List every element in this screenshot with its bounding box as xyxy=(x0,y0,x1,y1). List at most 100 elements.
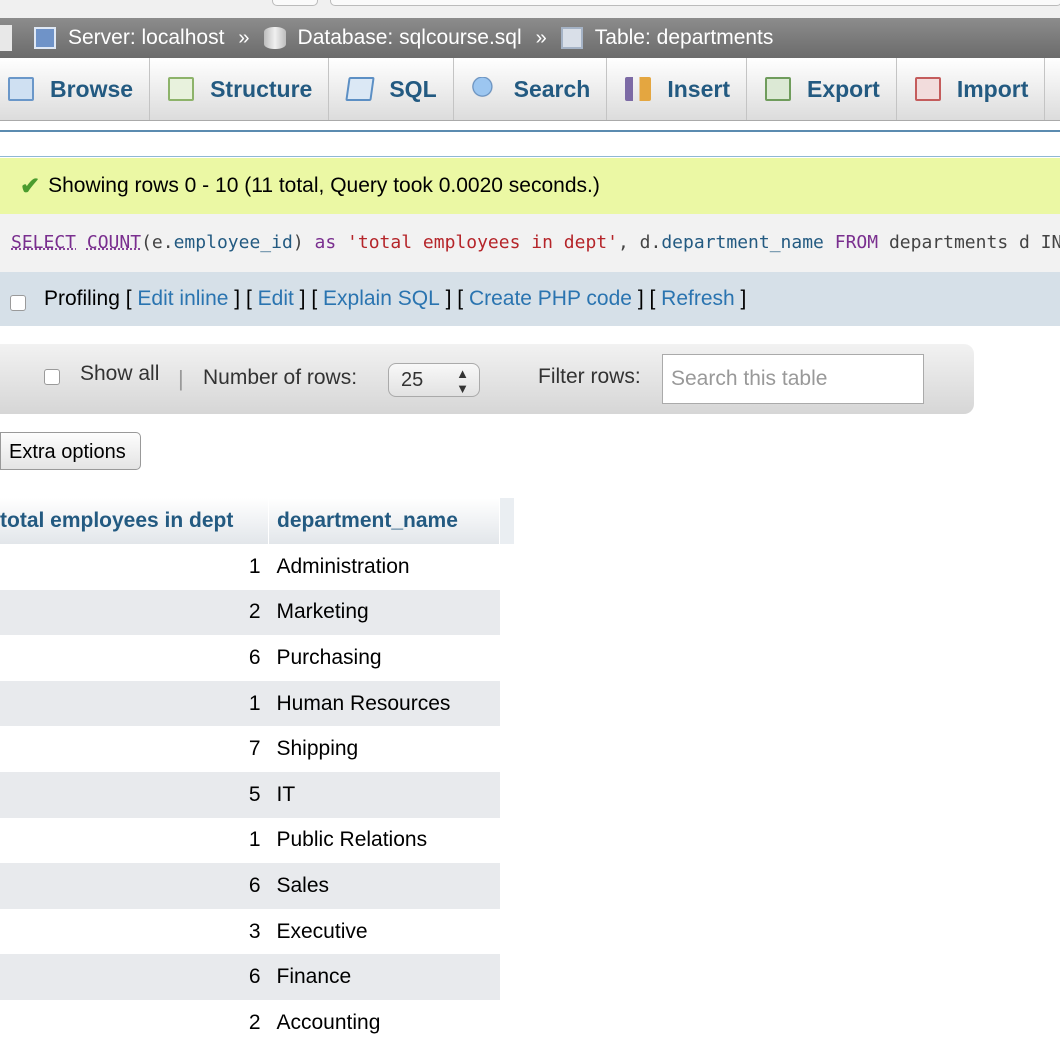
sql-column: employee_id xyxy=(173,232,293,253)
navigation-panel: Show all | Number of rows: 25 ▲ ▼ Filter … xyxy=(0,344,974,414)
sql-string: 'total employees in dept' xyxy=(347,232,618,253)
cell-count: 7 xyxy=(0,726,269,772)
cell-count: 2 xyxy=(0,999,269,1046)
show-all-checkbox[interactable] xyxy=(44,369,60,385)
table-row[interactable]: 5 IT xyxy=(0,771,515,818)
sql-comma: , xyxy=(617,232,629,253)
tab-search-label: Search xyxy=(513,75,591,102)
cell-department: Finance xyxy=(268,954,500,1000)
column-header-total-employees[interactable]: total employees in dept xyxy=(0,498,269,544)
tab-structure[interactable]: Structure xyxy=(150,58,330,120)
table-row[interactable]: 1 Human Resources xyxy=(0,680,515,727)
sql-query-display[interactable]: SELECT COUNT(e.employee_id) as 'total em… xyxy=(0,214,1060,272)
cell-count: 1 xyxy=(0,817,269,864)
cell-count: 3 xyxy=(0,908,269,955)
cell-department: Accounting xyxy=(268,999,500,1046)
sql-column: department_name xyxy=(661,232,824,253)
breadcrumb-table-label[interactable]: Table: departments xyxy=(595,26,774,50)
column-header-filler xyxy=(499,498,515,544)
cell-department: Purchasing xyxy=(268,635,500,681)
success-message: ✔ Showing rows 0 - 10 (11 total, Query t… xyxy=(0,158,1060,214)
cell-count: 1 xyxy=(0,544,269,590)
table-row[interactable]: 2 Marketing xyxy=(0,589,515,636)
tab-sql-label: SQL xyxy=(389,75,437,102)
breadcrumb-server[interactable]: Server: localhost xyxy=(34,26,224,50)
sql-paren: ) xyxy=(292,232,304,253)
tab-insert-label: Insert xyxy=(667,75,730,102)
cell-count: 1 xyxy=(0,680,269,727)
create-php-code-link[interactable]: Create PHP code xyxy=(469,287,632,311)
divider xyxy=(0,156,1060,157)
table-row[interactable]: 3 Executive xyxy=(0,908,515,955)
number-of-rows-select[interactable]: 25 ▲ ▼ xyxy=(388,363,480,397)
breadcrumb: Server: localhost » Database: sqlcourse.… xyxy=(0,18,1060,58)
profiling-bar: Profiling [ Edit inline ] [ Edit ] [ Exp… xyxy=(0,272,1060,326)
success-message-text: Showing rows 0 - 10 (11 total, Query too… xyxy=(48,174,600,197)
tab-sql[interactable]: SQL xyxy=(329,58,454,120)
edit-link[interactable]: Edit xyxy=(258,287,294,311)
sql-function-count[interactable]: COUNT xyxy=(87,232,141,253)
cell-count: 6 xyxy=(0,863,269,909)
extra-options-button[interactable]: Extra options xyxy=(0,432,141,470)
table-row[interactable]: 6 Purchasing xyxy=(0,635,515,681)
search-icon xyxy=(471,77,498,101)
import-icon xyxy=(914,77,941,101)
profiling-label: Profiling xyxy=(44,287,120,310)
filter-rows-input[interactable] xyxy=(662,354,924,404)
sql-alias: d. xyxy=(639,232,662,253)
tab-export[interactable]: Export xyxy=(747,58,897,120)
insert-icon xyxy=(625,77,652,101)
cell-count: 5 xyxy=(0,771,269,818)
divider xyxy=(0,130,1060,132)
browser-tab-hint xyxy=(330,0,1060,6)
tab-insert[interactable]: Insert xyxy=(607,58,747,120)
table-row[interactable]: 2 Accounting xyxy=(0,999,515,1046)
sql-alias: e. xyxy=(151,232,174,253)
nav-collapse-edge[interactable] xyxy=(0,25,12,51)
table-row[interactable]: 6 Finance xyxy=(0,954,515,1000)
tab-browse-label: Browse xyxy=(50,75,134,102)
tab-structure-label: Structure xyxy=(210,75,313,102)
tab-import[interactable]: Import xyxy=(897,58,1046,120)
column-header-department-name[interactable]: department_name xyxy=(268,498,500,544)
cell-department: Administration xyxy=(268,544,500,590)
table-row[interactable]: 6 Sales xyxy=(0,863,515,909)
browse-icon xyxy=(8,77,34,101)
cell-department: Human Resources xyxy=(268,680,500,727)
breadcrumb-separator: » xyxy=(535,26,547,49)
cell-department: IT xyxy=(268,771,500,818)
cell-count: 2 xyxy=(0,589,269,636)
breadcrumb-server-label[interactable]: Server: localhost xyxy=(68,26,224,50)
table-row[interactable]: 7 Shipping xyxy=(0,726,515,772)
filter-rows-label: Filter rows: xyxy=(538,365,641,388)
cell-department: Sales xyxy=(268,863,500,909)
show-all-label[interactable]: Show all xyxy=(80,362,159,386)
refresh-link[interactable]: Refresh xyxy=(661,287,735,311)
tab-import-label: Import xyxy=(956,75,1029,102)
edit-inline-link[interactable]: Edit inline xyxy=(137,287,228,311)
breadcrumb-table[interactable]: Table: departments xyxy=(560,26,774,50)
breadcrumb-database[interactable]: Database: sqlcourse.sql xyxy=(263,26,522,50)
cell-count: 6 xyxy=(0,954,269,1000)
select-arrows-icon: ▲ ▼ xyxy=(456,366,469,396)
tab-bar: Browse Structure SQL Search Insert Expor… xyxy=(0,58,1060,121)
tab-browse[interactable]: Browse xyxy=(0,58,151,120)
separator: | xyxy=(178,366,184,391)
breadcrumb-separator: » xyxy=(238,26,250,49)
server-icon xyxy=(34,27,56,49)
table-icon xyxy=(560,27,583,49)
breadcrumb-database-label[interactable]: Database: sqlcourse.sql xyxy=(298,26,522,50)
sql-icon xyxy=(345,77,376,101)
structure-icon xyxy=(168,77,195,101)
sql-paren: ( xyxy=(141,232,152,253)
explain-sql-link[interactable]: Explain SQL xyxy=(323,287,440,311)
browser-tab-hint xyxy=(272,0,318,6)
profiling-checkbox[interactable] xyxy=(10,295,26,311)
sql-keyword-select[interactable]: SELECT xyxy=(11,232,76,253)
tab-search[interactable]: Search xyxy=(454,58,608,120)
success-check-icon: ✔ xyxy=(20,172,41,200)
sql-tail: departments d IN xyxy=(888,232,1060,253)
table-row[interactable]: 1 Public Relations xyxy=(0,817,515,864)
table-row[interactable]: 1 Administration xyxy=(0,544,515,590)
cell-department: Marketing xyxy=(268,589,500,636)
